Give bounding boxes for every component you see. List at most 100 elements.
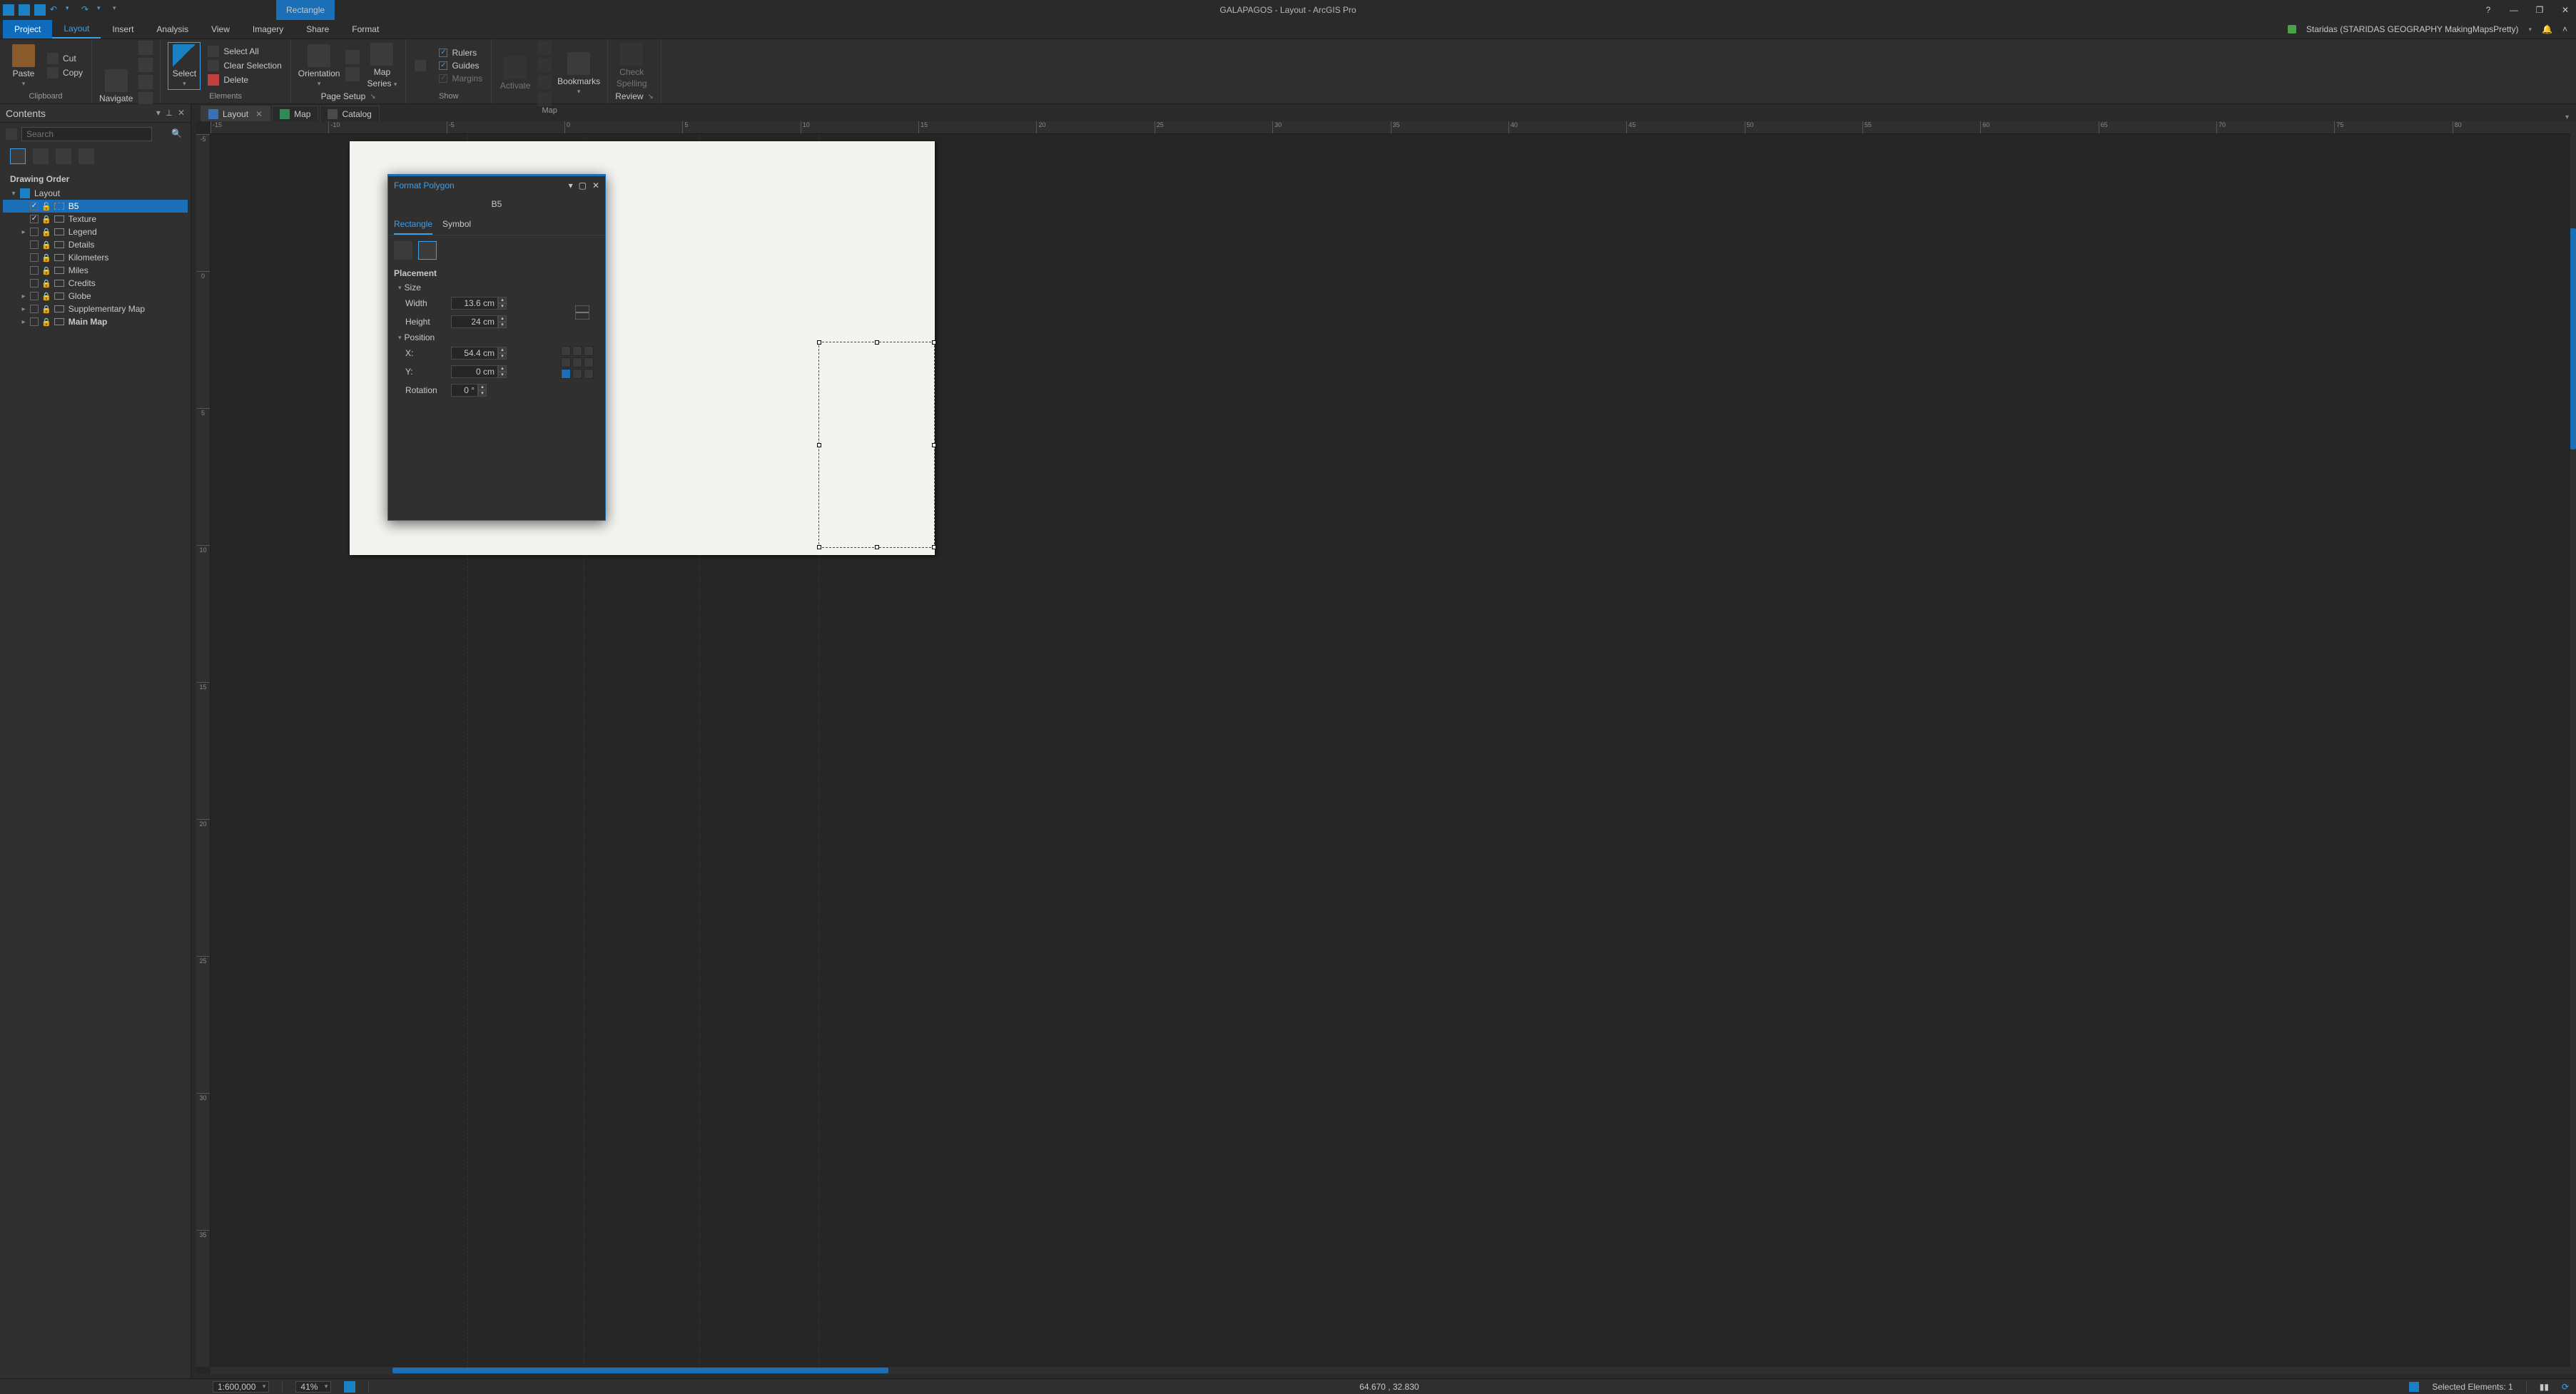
pane-autohide-icon[interactable]: ⟂ [166,108,172,118]
y-input[interactable] [451,365,498,378]
save-icon[interactable] [34,4,46,16]
margins-toggle[interactable]: Margins [437,73,484,84]
position-group-header[interactable]: ▾Position [388,331,605,344]
open-project-icon[interactable] [19,4,30,16]
height-input[interactable] [451,315,498,328]
panel-options-icon[interactable]: ▾ [569,180,573,190]
contents-item[interactable]: 🔒Details [3,238,188,251]
tab-overflow-icon[interactable]: ▾ [2565,113,2573,121]
visibility-checkbox[interactable] [30,240,39,249]
spinner-up-icon[interactable]: ▴ [498,365,507,372]
close-icon[interactable]: ✕ [2559,4,2572,16]
contents-item[interactable]: 🔒Miles [3,264,188,277]
expand-icon[interactable]: ▸ [20,318,27,326]
visibility-checkbox[interactable] [30,228,39,236]
map-series-button[interactable]: Map Series ▾ [365,43,398,88]
full-extent-icon[interactable] [138,41,153,55]
pane-options-icon[interactable]: ▾ [156,108,161,118]
help-icon[interactable]: ? [2482,4,2495,16]
copy-button[interactable]: Copy [46,66,84,79]
anchor-picker[interactable] [561,346,594,379]
spinner-down-icon[interactable]: ▾ [498,353,507,360]
redo-icon[interactable]: ↷ [81,4,93,16]
dialog-launcher-icon[interactable]: ↘ [370,93,375,101]
contents-item[interactable]: 🔒Texture [3,213,188,225]
pane-close-icon[interactable]: ✕ [178,108,185,118]
options-placement-icon[interactable] [418,241,437,260]
source-view-icon[interactable] [78,148,94,164]
fixed-zoom-out-icon[interactable] [138,75,153,89]
select-all-button[interactable]: Select All [206,45,283,58]
lock-icon[interactable]: 🔒 [41,228,51,237]
lock-icon[interactable]: 🔒 [41,253,51,263]
drawing-order-view-icon[interactable] [10,148,26,164]
redo-dropdown-icon[interactable]: ▾ [97,4,108,16]
ribbon-tab-project[interactable]: Project [3,20,52,39]
spinner-down-icon[interactable]: ▾ [498,322,507,328]
aspect-lock-toggle[interactable] [575,305,589,320]
new-project-icon[interactable] [3,4,14,16]
undo-icon[interactable]: ↶ [50,4,61,16]
contents-item[interactable]: ▸🔒Main Map [3,315,188,328]
ribbon-tab-imagery[interactable]: Imagery [241,20,295,39]
tree-root[interactable]: ▾ Layout [3,187,188,200]
contents-item[interactable]: 🔒Kilometers [3,251,188,264]
visibility-checkbox[interactable] [30,305,39,313]
rulers-dropdown-icon[interactable] [413,59,427,72]
rulers-toggle[interactable]: Rulers [437,47,484,58]
ribbon-tab-view[interactable]: View [200,20,241,39]
lock-icon[interactable]: 🔒 [41,215,51,224]
visibility-checkbox[interactable] [30,266,39,275]
visibility-checkbox[interactable] [30,279,39,288]
spinner-up-icon[interactable]: ▴ [498,315,507,322]
document-tab-map[interactable]: Map [272,106,318,121]
page-size-icon[interactable] [345,50,360,64]
ribbon-tab-insert[interactable]: Insert [101,20,145,39]
document-tab-layout[interactable]: Layout ✕ [201,106,270,121]
options-general-icon[interactable] [394,241,412,260]
x-input[interactable] [451,347,498,360]
filter-icon[interactable] [6,128,17,140]
lock-icon[interactable]: 🔒 [41,305,51,314]
contents-item[interactable]: ▸🔒Supplementary Map [3,302,188,315]
spinner-up-icon[interactable]: ▴ [498,297,507,303]
clear-selection-button[interactable]: Clear Selection [206,59,283,72]
panel-close-icon[interactable]: ✕ [592,180,599,190]
paste-button[interactable]: Paste ▾ [7,44,40,88]
scrollbar-vertical[interactable] [2570,121,2576,1374]
spinner-down-icon[interactable]: ▾ [498,303,507,310]
map-frame-view-icon[interactable] [56,148,71,164]
search-icon[interactable]: 🔍 [171,128,182,138]
lock-icon[interactable]: 🔒 [41,317,51,327]
scale-combo[interactable]: 1:600,000 [213,1381,269,1393]
ribbon-tab-format[interactable]: Format [340,20,390,39]
spinner-down-icon[interactable]: ▾ [498,372,507,378]
selected-element-b5[interactable] [818,342,935,548]
lock-icon[interactable]: 🔒 [41,292,51,301]
lock-icon[interactable]: 🔒 [41,279,51,288]
visibility-checkbox[interactable] [30,202,39,210]
expand-icon[interactable]: ▸ [20,228,27,236]
visibility-checkbox[interactable] [30,215,39,223]
format-polygon-panel[interactable]: Format Polygon ▾ ▢ ✕ B5 Rectangle Symbol… [387,174,606,521]
contents-item[interactable]: ▸🔒Legend [3,225,188,238]
ruler-horizontal[interactable]: -15-10-505101520253035404550556065707580 [211,121,2570,134]
ribbon-tab-layout[interactable]: Layout [52,20,101,39]
width-input[interactable] [451,297,498,310]
orientation-button[interactable]: Orientation ▾ [298,44,340,88]
collapse-ribbon-icon[interactable]: ˄ [2562,24,2567,34]
ribbon-tab-share[interactable]: Share [295,20,340,39]
cut-button[interactable]: Cut [46,52,84,65]
scrollbar-horizontal[interactable] [211,1367,2570,1374]
pause-drawing-icon[interactable]: ▮▮ [2540,1382,2549,1392]
zoom-full-icon[interactable] [344,1381,355,1393]
user-label[interactable]: Staridas (STARIDAS GEOGRAPHY MakingMapsP… [2306,24,2519,34]
visibility-checkbox[interactable] [30,317,39,326]
size-group-header[interactable]: ▾Size [388,281,605,294]
bookmarks-button[interactable]: Bookmarks ▾ [557,52,600,96]
spinner-down-icon[interactable]: ▾ [478,390,487,397]
format-tab-symbol[interactable]: Symbol [442,216,471,235]
unlock-icon[interactable]: 🔓 [41,202,51,211]
qat-customize-icon[interactable]: ▾ [113,4,124,16]
ribbon-tab-analysis[interactable]: Analysis [145,20,200,39]
